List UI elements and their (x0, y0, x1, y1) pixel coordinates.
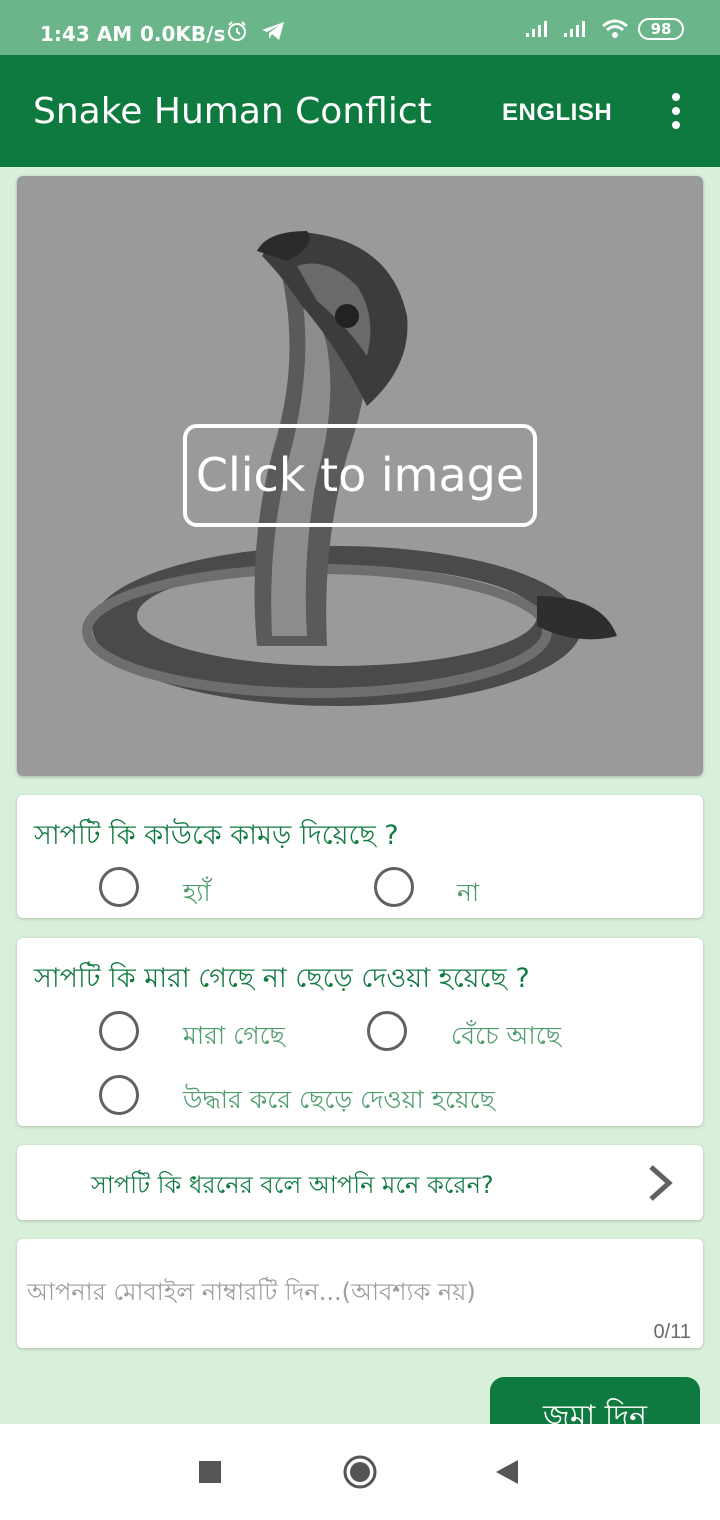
app-bar: Snake Human Conflict ENGLISH (0, 55, 720, 167)
option-yes-label[interactable]: হ্যাঁ (183, 873, 211, 916)
snake-type-selector[interactable]: সাপটি কি ধরনের বলে আপনি মনে করেন? (17, 1145, 703, 1220)
chevron-right-icon (649, 1165, 673, 1201)
status-indicators: 98 (524, 18, 684, 40)
status-time: 1:43 AM (40, 22, 133, 46)
signal-icon (564, 21, 585, 37)
question-status-card: সাপটি কি মারা গেছে না ছেড়ে দেওয়া হয়েছ… (17, 938, 703, 1126)
more-vert-icon[interactable] (666, 93, 686, 129)
back-triangle-icon[interactable] (488, 1452, 528, 1492)
question-bitten-text: সাপটি কি কাউকে কামড় দিয়েছে ? (34, 820, 399, 851)
signal-icon (526, 21, 547, 37)
recents-square-icon[interactable] (190, 1452, 230, 1492)
home-circle-icon[interactable] (340, 1452, 380, 1492)
question-status-text: সাপটি কি মারা গেছে না ছেড়ে দেওয়া হয়েছ… (34, 963, 530, 994)
wifi-icon (602, 19, 628, 38)
radio-released[interactable] (99, 1075, 139, 1115)
mobile-number-field[interactable]: আপনার মোবাইল নাম্বারটি দিন...(আবশ্যক নয়… (17, 1239, 703, 1348)
status-bar: 1:43 AM 0.0KB/s 98 (0, 0, 720, 55)
snake-image-picker[interactable]: Click to image (17, 176, 703, 776)
radio-yes[interactable] (99, 867, 139, 907)
option-dead-label[interactable]: মারা গেছে (183, 1016, 285, 1059)
character-counter: 0/11 (653, 1321, 691, 1343)
system-nav-bar (0, 1424, 720, 1520)
telegram-icon (262, 22, 284, 40)
radio-alive[interactable] (367, 1011, 407, 1051)
click-to-image-button[interactable]: Click to image (183, 424, 537, 527)
mobile-number-placeholder: আপনার মোবাইল নাম্বারটি দিন...(আবশ্যক নয়… (27, 1278, 476, 1306)
snake-type-label: সাপটি কি ধরনের বলে আপনি মনে করেন? (91, 1171, 494, 1199)
option-no-label[interactable]: না (457, 873, 479, 916)
radio-dead[interactable] (99, 1011, 139, 1051)
option-released-label[interactable]: উদ্ধার করে ছেড়ে দেওয়া হয়েছে (183, 1080, 495, 1123)
language-button[interactable]: ENGLISH (502, 99, 612, 127)
option-alive-label[interactable]: বেঁচে আছে (451, 1016, 561, 1059)
network-speed: 0.0KB/s (140, 22, 226, 46)
radio-no[interactable] (374, 867, 414, 907)
app-title: Snake Human Conflict (33, 91, 432, 132)
question-bitten-card: সাপটি কি কাউকে কামড় দিয়েছে ? হ্যাঁ না (17, 795, 703, 918)
alarm-icon (228, 21, 246, 41)
battery-icon: 98 (638, 18, 684, 40)
